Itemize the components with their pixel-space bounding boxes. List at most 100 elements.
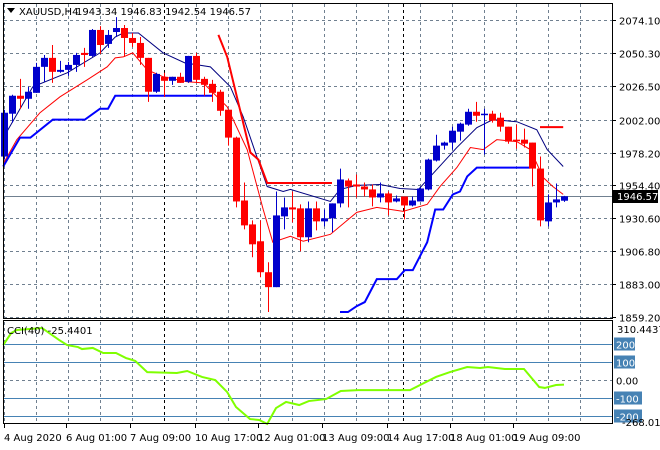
candle-body	[249, 224, 256, 245]
candle-body	[417, 188, 424, 202]
bull-candle	[153, 72, 160, 93]
bull-candle	[169, 76, 176, 85]
price-tick-label: 2026.50	[619, 83, 660, 94]
bear-candle	[529, 142, 536, 187]
bear-candle	[241, 182, 248, 230]
candle-body	[545, 202, 552, 222]
cci-title: CCI(40) -25.4401	[7, 326, 93, 337]
bear-candle	[505, 126, 512, 144]
candle-body	[265, 272, 272, 288]
bull-candle	[1, 109, 8, 160]
price-axis: 2074.102050.302026.502002.001978.201954.…	[612, 17, 660, 429]
candle-body	[81, 52, 88, 55]
price-tick-label: 1883.00	[619, 281, 660, 292]
cci-level-label: 0.00	[616, 377, 638, 388]
candle-body	[121, 28, 128, 38]
candle-body	[49, 57, 56, 72]
candle-body	[153, 73, 160, 92]
candle-body	[169, 76, 176, 81]
cci-level-label: 200	[616, 341, 635, 352]
bull-candle	[41, 54, 48, 82]
bear-candle	[217, 89, 224, 116]
candle-body	[289, 207, 296, 210]
bull-candle	[449, 126, 456, 150]
candle-body	[497, 117, 504, 127]
candle-body	[345, 180, 352, 187]
bear-candle	[297, 204, 304, 252]
candle-body	[273, 215, 280, 288]
bull-candle	[409, 196, 416, 207]
bull-candle	[561, 195, 568, 202]
bull-candle	[305, 201, 312, 243]
bull-candle	[321, 209, 328, 227]
candle-body	[33, 66, 40, 93]
symbol-title: XAUUSD,H4	[19, 7, 78, 18]
price-tick-label: 1859.20	[619, 314, 660, 325]
time-tick-label: 4 Aug 2020	[4, 433, 62, 444]
bull-candle	[457, 122, 464, 141]
candle-body	[233, 137, 240, 202]
candle-body	[409, 200, 416, 206]
candle-body	[313, 208, 320, 222]
candle-body	[257, 241, 264, 273]
bull-candle	[425, 158, 432, 191]
candle-body	[385, 193, 392, 203]
candle-body	[1, 112, 8, 157]
candle-body	[17, 95, 24, 99]
bull-candle	[337, 168, 344, 208]
candle-body	[137, 42, 144, 58]
time-tick-label: 6 Aug 01:00	[66, 433, 127, 444]
candle-body	[25, 91, 32, 99]
bear-candle	[233, 136, 240, 208]
candle-body	[97, 29, 104, 46]
bear-candle	[369, 184, 376, 207]
candle-body	[57, 69, 64, 72]
candle-body	[329, 203, 336, 219]
bull-candle	[441, 141, 448, 150]
bear-candle	[193, 52, 200, 83]
price-tick-label: 2074.10	[619, 17, 660, 28]
price-tick-label: 2002.00	[619, 117, 660, 128]
bear-candle	[385, 191, 392, 216]
price-tick-label: 2050.30	[619, 50, 660, 61]
candle-body	[377, 193, 384, 198]
candle-body	[217, 91, 224, 111]
bear-candle	[137, 36, 144, 65]
candle-body	[297, 208, 304, 238]
cci-level-label: 100	[616, 359, 635, 370]
price-chart[interactable]: XAUUSD,H4 1943.34 1946.83 1942.54 1946.5…	[0, 0, 660, 450]
candle-body	[113, 28, 120, 33]
candle-body	[201, 78, 208, 85]
candle-body	[401, 196, 408, 206]
cci-line	[2, 326, 565, 426]
time-tick-label: 7 Aug 09:00	[130, 433, 191, 444]
time-tick-label: 12 Aug 01:00	[258, 433, 325, 444]
bull-candle	[545, 194, 552, 227]
dropdown-triangle-icon[interactable]	[7, 8, 15, 13]
candle-body	[225, 109, 232, 138]
time-tick-label: 10 Aug 17:00	[195, 433, 262, 444]
bear-candle	[353, 174, 360, 198]
bear-candle	[265, 262, 272, 313]
bear-candle	[473, 101, 480, 122]
bear-candle	[49, 45, 56, 83]
candle-body	[305, 208, 312, 238]
candle-body	[73, 54, 80, 65]
candle-body	[465, 111, 472, 125]
bull-candle	[105, 29, 112, 48]
candle-body	[521, 139, 528, 144]
bear-candle	[209, 79, 216, 102]
candle-body	[473, 111, 480, 116]
time-tick-label: 18 Aug 01:00	[450, 433, 517, 444]
bear-candle	[313, 201, 320, 231]
cci-max-label: 310.4437	[617, 325, 660, 336]
price-tick-label: 1906.80	[619, 248, 660, 259]
bull-candle	[465, 108, 472, 126]
bull-candle	[185, 55, 192, 83]
bull-candle	[329, 203, 336, 233]
bear-candle	[497, 112, 504, 132]
candle-body	[185, 55, 192, 82]
candle-body	[505, 126, 512, 142]
candle-body	[321, 218, 328, 222]
candle-body	[457, 123, 464, 132]
